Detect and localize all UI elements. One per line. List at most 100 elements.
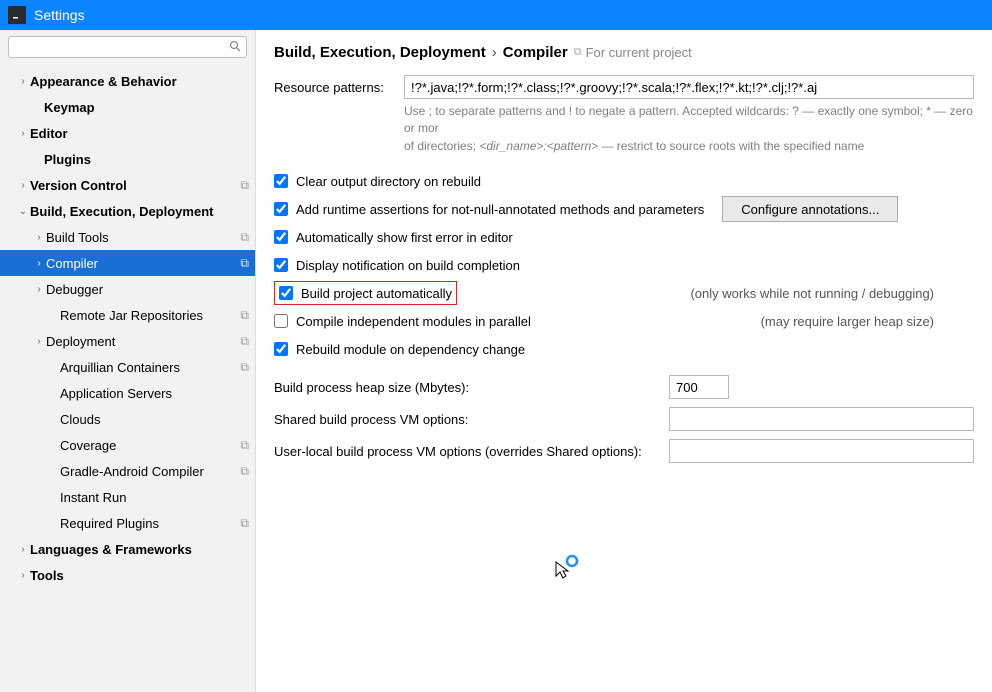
sidebar-item-label: Coverage (60, 438, 240, 453)
sidebar-item-keymap[interactable]: Keymap (0, 94, 255, 120)
heap-size-label: Build process heap size (Mbytes): (274, 380, 669, 395)
chevron-right-icon: › (32, 232, 46, 243)
sidebar-item-coverage[interactable]: Coverage⧉ (0, 432, 255, 458)
show-first-error-checkbox[interactable] (274, 230, 288, 244)
search-input[interactable] (8, 36, 247, 58)
build-automatically-checkbox[interactable] (279, 286, 293, 300)
build-automatically-note: (only works while not running / debuggin… (690, 286, 974, 301)
display-notification-label: Display notification on build completion (296, 258, 520, 273)
build-auto-highlight: Build project automatically (274, 281, 457, 305)
sidebar-item-version-control[interactable]: ›Version Control⧉ (0, 172, 255, 198)
sidebar-item-label: Deployment (46, 334, 240, 349)
user-vm-options-input[interactable] (669, 439, 974, 463)
sidebar-item-build-execution-deployment[interactable]: ⌄Build, Execution, Deployment (0, 198, 255, 224)
show-first-error-label: Automatically show first error in editor (296, 230, 513, 245)
sidebar-item-label: Clouds (60, 412, 249, 427)
sidebar-item-label: Build, Execution, Deployment (30, 204, 249, 219)
chevron-right-icon: › (16, 76, 30, 87)
resource-patterns-input[interactable] (404, 75, 974, 99)
sidebar-item-deployment[interactable]: ›Deployment⧉ (0, 328, 255, 354)
settings-content: Build, Execution, Deployment › Compiler … (256, 30, 992, 692)
resource-patterns-label: Resource patterns: (274, 80, 404, 95)
chevron-right-icon: › (16, 570, 30, 581)
chevron-right-icon: › (32, 284, 46, 295)
shared-vm-options-label: Shared build process VM options: (274, 412, 669, 427)
chevron-down-icon: ⌄ (16, 206, 30, 217)
sidebar-item-label: Version Control (30, 178, 240, 193)
sidebar-item-label: Languages & Frameworks (30, 542, 249, 557)
copy-icon: ⧉ (574, 46, 582, 59)
sidebar-item-gradle-android-compiler[interactable]: Gradle-Android Compiler⧉ (0, 458, 255, 484)
sidebar-item-label: Editor (30, 126, 249, 141)
window-title: Settings (34, 7, 85, 23)
user-vm-options-label: User-local build process VM options (ove… (274, 444, 669, 459)
sidebar-item-debugger[interactable]: ›Debugger (0, 276, 255, 302)
sidebar-item-instant-run[interactable]: Instant Run (0, 484, 255, 510)
copy-icon: ⧉ (240, 308, 249, 323)
copy-icon: ⧉ (240, 438, 249, 453)
chevron-right-icon: › (492, 44, 497, 61)
copy-icon: ⧉ (240, 516, 249, 531)
display-notification-checkbox[interactable] (274, 258, 288, 272)
sidebar-item-languages-frameworks[interactable]: ›Languages & Frameworks (0, 536, 255, 562)
copy-icon: ⧉ (240, 360, 249, 375)
sidebar-item-editor[interactable]: ›Editor (0, 120, 255, 146)
clear-output-label: Clear output directory on rebuild (296, 174, 481, 189)
sidebar-item-label: Build Tools (46, 230, 240, 245)
sidebar-item-label: Instant Run (60, 490, 249, 505)
copy-icon: ⧉ (240, 178, 249, 193)
runtime-assertions-checkbox[interactable] (274, 202, 288, 216)
sidebar-item-label: Tools (30, 568, 249, 583)
scope-label: ⧉ For current project (574, 45, 692, 60)
sidebar-item-required-plugins[interactable]: Required Plugins⧉ (0, 510, 255, 536)
rebuild-dependency-label: Rebuild module on dependency change (296, 342, 525, 357)
chevron-right-icon: › (16, 128, 30, 139)
rebuild-dependency-checkbox[interactable] (274, 342, 288, 356)
sidebar-item-label: Arquillian Containers (60, 360, 240, 375)
copy-icon: ⧉ (240, 464, 249, 479)
chevron-right-icon: › (16, 180, 30, 191)
sidebar-item-appearance-behavior[interactable]: ›Appearance & Behavior (0, 68, 255, 94)
copy-icon: ⧉ (240, 334, 249, 349)
breadcrumb-parent[interactable]: Build, Execution, Deployment (274, 44, 486, 61)
sidebar-item-clouds[interactable]: Clouds (0, 406, 255, 432)
settings-sidebar: ›Appearance & BehaviorKeymap›EditorPlugi… (0, 30, 256, 692)
sidebar-item-tools[interactable]: ›Tools (0, 562, 255, 588)
sidebar-item-arquillian-containers[interactable]: Arquillian Containers⧉ (0, 354, 255, 380)
sidebar-item-application-servers[interactable]: Application Servers (0, 380, 255, 406)
sidebar-item-label: Gradle-Android Compiler (60, 464, 240, 479)
breadcrumb: Build, Execution, Deployment › Compiler … (274, 44, 974, 61)
compile-independent-label: Compile independent modules in parallel (296, 314, 531, 329)
titlebar: Settings (0, 0, 992, 30)
build-automatically-label: Build project automatically (301, 286, 452, 301)
heap-size-input[interactable] (669, 375, 729, 399)
chevron-right-icon: › (32, 336, 46, 347)
runtime-assertions-label: Add runtime assertions for not-null-anno… (296, 202, 704, 217)
sidebar-item-plugins[interactable]: Plugins (0, 146, 255, 172)
sidebar-item-label: Debugger (46, 282, 249, 297)
search-icon (229, 40, 241, 55)
sidebar-item-build-tools[interactable]: ›Build Tools⧉ (0, 224, 255, 250)
clear-output-checkbox[interactable] (274, 174, 288, 188)
copy-icon: ⧉ (240, 256, 249, 271)
sidebar-item-compiler[interactable]: ›Compiler⧉ (0, 250, 255, 276)
chevron-right-icon: › (16, 544, 30, 555)
sidebar-item-label: Appearance & Behavior (30, 74, 249, 89)
chevron-right-icon: › (32, 258, 46, 269)
configure-annotations-button[interactable]: Configure annotations... (722, 196, 898, 222)
sidebar-item-label: Plugins (44, 152, 249, 167)
copy-icon: ⧉ (240, 230, 249, 245)
compile-independent-note: (may require larger heap size) (761, 314, 974, 329)
sidebar-item-label: Compiler (46, 256, 240, 271)
settings-tree: ›Appearance & BehaviorKeymap›EditorPlugi… (0, 64, 255, 692)
sidebar-item-remote-jar-repositories[interactable]: Remote Jar Repositories⧉ (0, 302, 255, 328)
shared-vm-options-input[interactable] (669, 407, 974, 431)
breadcrumb-current: Compiler (503, 44, 568, 61)
resource-patterns-hint: Use ; to separate patterns and ! to nega… (404, 103, 974, 155)
sidebar-item-label: Remote Jar Repositories (60, 308, 240, 323)
sidebar-item-label: Keymap (44, 100, 249, 115)
app-icon (8, 6, 26, 24)
compile-independent-checkbox[interactable] (274, 314, 288, 328)
sidebar-item-label: Application Servers (60, 386, 249, 401)
sidebar-item-label: Required Plugins (60, 516, 240, 531)
